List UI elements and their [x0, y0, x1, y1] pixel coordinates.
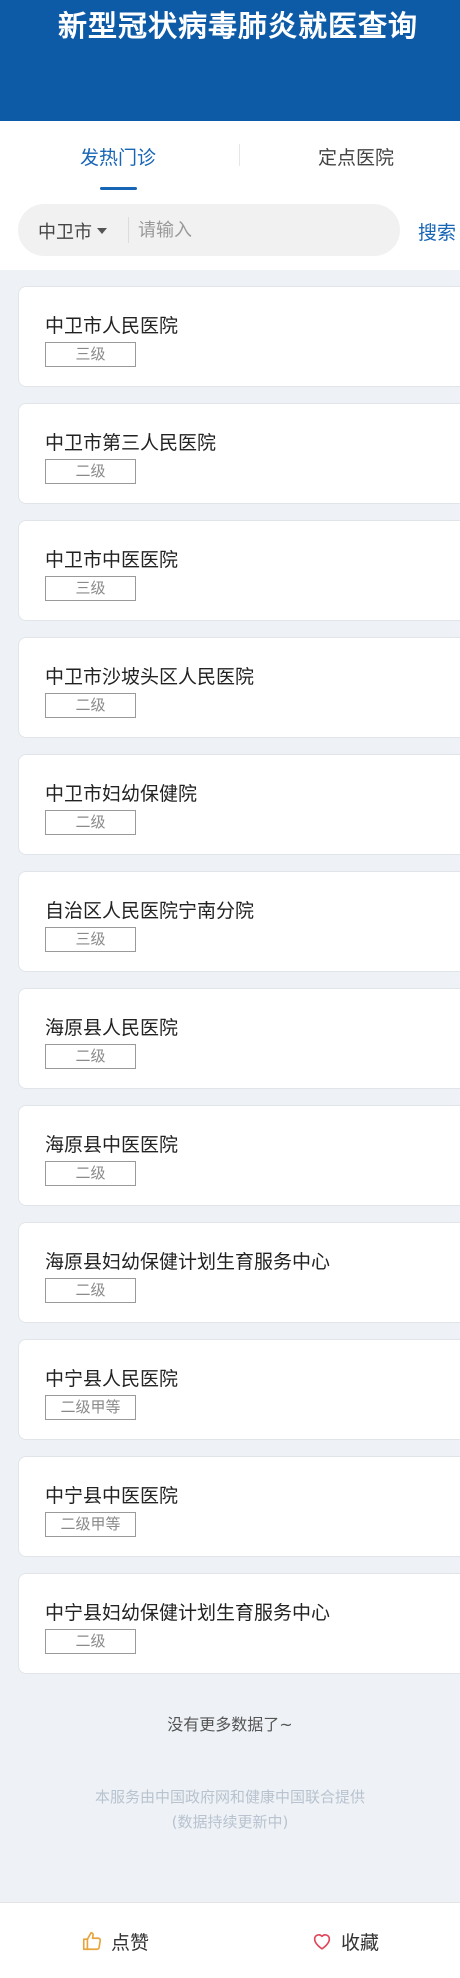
hospital-card[interactable]: 中宁县中医医院 二级甲等	[18, 1456, 460, 1557]
tab-bar: 发热门诊 定点医院	[0, 121, 460, 197]
hospital-card[interactable]: 海原县妇幼保健计划生育服务中心 二级	[18, 1222, 460, 1323]
hospital-name: 中卫市人民医院	[45, 315, 179, 337]
page-header: 新型冠状病毒肺炎就医查询	[0, 0, 460, 121]
hospital-level-badge: 三级	[45, 927, 136, 952]
select-divider	[128, 217, 129, 243]
favorite-label: 收藏	[340, 1931, 379, 1954]
hospital-name: 中宁县妇幼保健计划生育服务中心	[45, 1602, 331, 1624]
tab-fever-clinic[interactable]: 发热门诊	[80, 143, 156, 170]
tab-designated-hospital[interactable]: 定点医院	[318, 143, 394, 170]
hospital-level-badge: 二级	[45, 1278, 136, 1303]
hospital-name: 海原县中医医院	[45, 1134, 179, 1156]
hospital-level-badge: 二级甲等	[45, 1395, 136, 1420]
hospital-name: 中卫市中医医院	[45, 549, 179, 571]
hospital-level-badge: 二级	[45, 1161, 136, 1186]
page-title: 新型冠状病毒肺炎就医查询	[58, 9, 419, 43]
hospital-card[interactable]: 海原县人民医院 二级	[18, 988, 460, 1089]
hospital-level-badge: 二级	[45, 459, 136, 484]
list-end-text: 没有更多数据了~	[167, 1715, 293, 1734]
hospital-card[interactable]: 中卫市妇幼保健院 二级	[18, 754, 460, 855]
search-box: 中卫市	[18, 204, 400, 256]
hospital-card[interactable]: 中卫市沙坡头区人民医院 二级	[18, 637, 460, 738]
hospital-name: 中卫市妇幼保健院	[45, 783, 198, 805]
hospital-name: 中卫市沙坡头区人民医院	[45, 666, 255, 688]
hospital-card[interactable]: 中卫市中医医院 三级	[18, 520, 460, 621]
hospital-level-badge: 二级	[45, 810, 136, 835]
search-bar: 中卫市 搜索	[0, 197, 460, 270]
search-button[interactable]: 搜索	[418, 218, 456, 245]
footer-note: 本服务由中国政府网和健康中国联合提供 (数据持续更新中)	[0, 1785, 460, 1835]
hospital-card[interactable]: 中宁县人民医院 二级甲等	[18, 1339, 460, 1440]
bottom-bar: 点赞 收藏	[0, 1902, 460, 1978]
city-select-label: 中卫市	[38, 222, 92, 243]
tab-divider	[239, 144, 240, 166]
hospital-card[interactable]: 自治区人民医院宁南分院 三级	[18, 871, 460, 972]
caret-down-icon	[97, 228, 107, 234]
search-input[interactable]	[138, 212, 388, 248]
city-select[interactable]: 中卫市	[38, 218, 107, 244]
hospital-card[interactable]: 中宁县妇幼保健计划生育服务中心 二级	[18, 1573, 460, 1674]
hospital-card[interactable]: 中卫市第三人民医院 二级	[18, 403, 460, 504]
hospital-name: 中宁县人民医院	[45, 1368, 179, 1390]
like-button[interactable]: 点赞	[0, 1903, 230, 1978]
hospital-name: 中宁县中医医院	[45, 1485, 179, 1507]
hospital-level-badge: 二级甲等	[45, 1512, 136, 1537]
hospital-name: 海原县人民医院	[45, 1017, 179, 1039]
hospital-level-badge: 三级	[45, 342, 136, 367]
hospital-name: 自治区人民医院宁南分院	[45, 900, 255, 922]
hospital-name: 中卫市第三人民医院	[45, 432, 217, 454]
hospital-card[interactable]: 海原县中医医院 二级	[18, 1105, 460, 1206]
hospital-name: 海原县妇幼保健计划生育服务中心	[45, 1251, 331, 1273]
like-label: 点赞	[110, 1931, 149, 1954]
thumbs-up-icon	[81, 1930, 103, 1952]
hospital-level-badge: 二级	[45, 1044, 136, 1069]
footer-line-1: 本服务由中国政府网和健康中国联合提供	[94, 1788, 365, 1806]
active-tab-indicator	[100, 187, 137, 190]
favorite-button[interactable]: 收藏	[230, 1903, 460, 1978]
hospital-level-badge: 三级	[45, 576, 136, 601]
hospital-level-badge: 二级	[45, 693, 136, 718]
hospital-level-badge: 二级	[45, 1629, 136, 1654]
hospital-card[interactable]: 中卫市人民医院 三级	[18, 286, 460, 387]
heart-icon	[311, 1930, 333, 1952]
footer-line-2: (数据持续更新中)	[171, 1813, 289, 1831]
